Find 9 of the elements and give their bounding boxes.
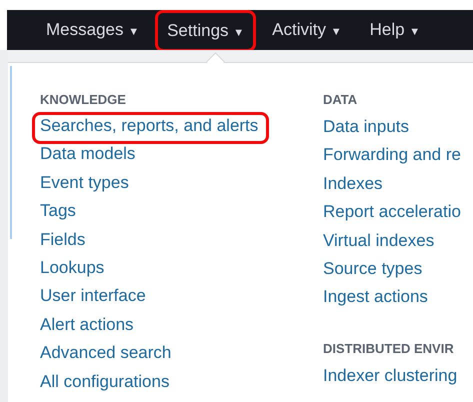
section-heading: DATA (323, 92, 358, 109)
section-heading: KNOWLEDGE (40, 92, 127, 109)
menu-link[interactable]: Alert actions (32, 310, 323, 340)
section-heading: DISTRIBUTED ENVIR (323, 340, 455, 358)
menu-item[interactable]: Help ▼ (358, 9, 432, 51)
menu-item[interactable]: Activity ▼ (260, 9, 354, 51)
menu-link[interactable]: Searches, reports, and alerts (32, 112, 270, 144)
menu-item[interactable]: Messages ▼ (34, 9, 152, 51)
menu-link[interactable]: Data inputs (315, 113, 464, 142)
